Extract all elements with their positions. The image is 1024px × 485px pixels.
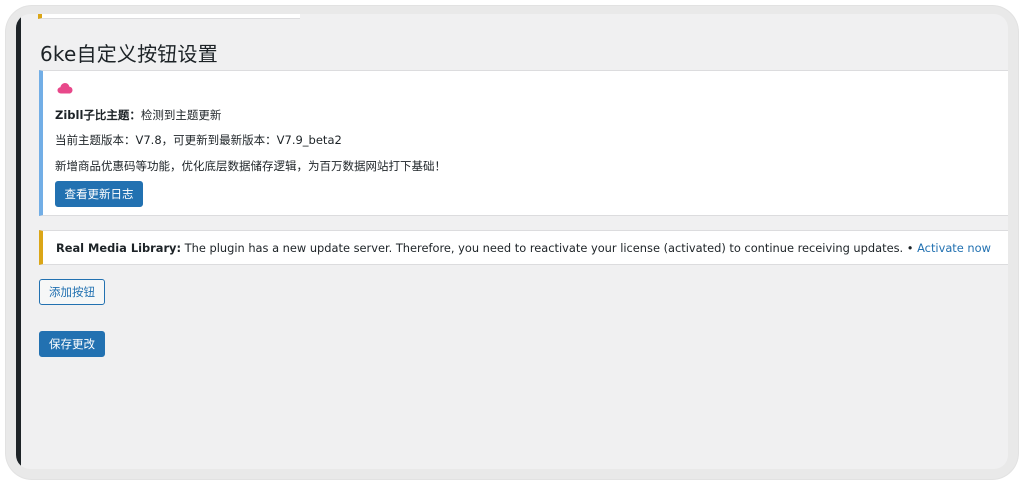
view-changelog-button[interactable]: 查看更新日志 xyxy=(55,181,143,207)
browser-window: 6ke自定义按钮设置 Zibll子比主题：检测到主题更新 当前主题版本：V7.8… xyxy=(16,14,1008,469)
real-media-library-notice: Real Media Library: The plugin has a new… xyxy=(39,230,1008,265)
add-button-button[interactable]: 添加按钮 xyxy=(39,279,105,305)
theme-update-notice: Zibll子比主题：检测到主题更新 当前主题版本：V7.8，可更新到最新版本：V… xyxy=(39,70,1008,216)
update-headline: Zibll子比主题：检测到主题更新 xyxy=(55,107,221,123)
cloud-icon xyxy=(57,83,73,94)
rml-plugin-name: Real Media Library: xyxy=(56,241,182,255)
activate-now-link[interactable]: Activate now xyxy=(917,241,991,255)
admin-sidebar-edge xyxy=(16,14,21,469)
update-description: 新增商品优惠码等功能，优化底层数据储存逻辑，为百万数据网站打下基础！ xyxy=(55,159,446,173)
previous-notice-edge xyxy=(38,14,300,19)
theme-name: Zibll子比主题： xyxy=(55,108,141,122)
rml-notice-text: Real Media Library: The plugin has a new… xyxy=(56,241,991,255)
rml-message: The plugin has a new update server. Ther… xyxy=(181,241,918,255)
version-text: 当前主题版本：V7.8，可更新到最新版本：V7.9_beta2 xyxy=(55,133,342,147)
save-changes-button[interactable]: 保存更改 xyxy=(39,331,105,357)
update-headline-text: 检测到主题更新 xyxy=(140,108,222,122)
page-title: 6ke自定义按钮设置 xyxy=(40,42,218,66)
